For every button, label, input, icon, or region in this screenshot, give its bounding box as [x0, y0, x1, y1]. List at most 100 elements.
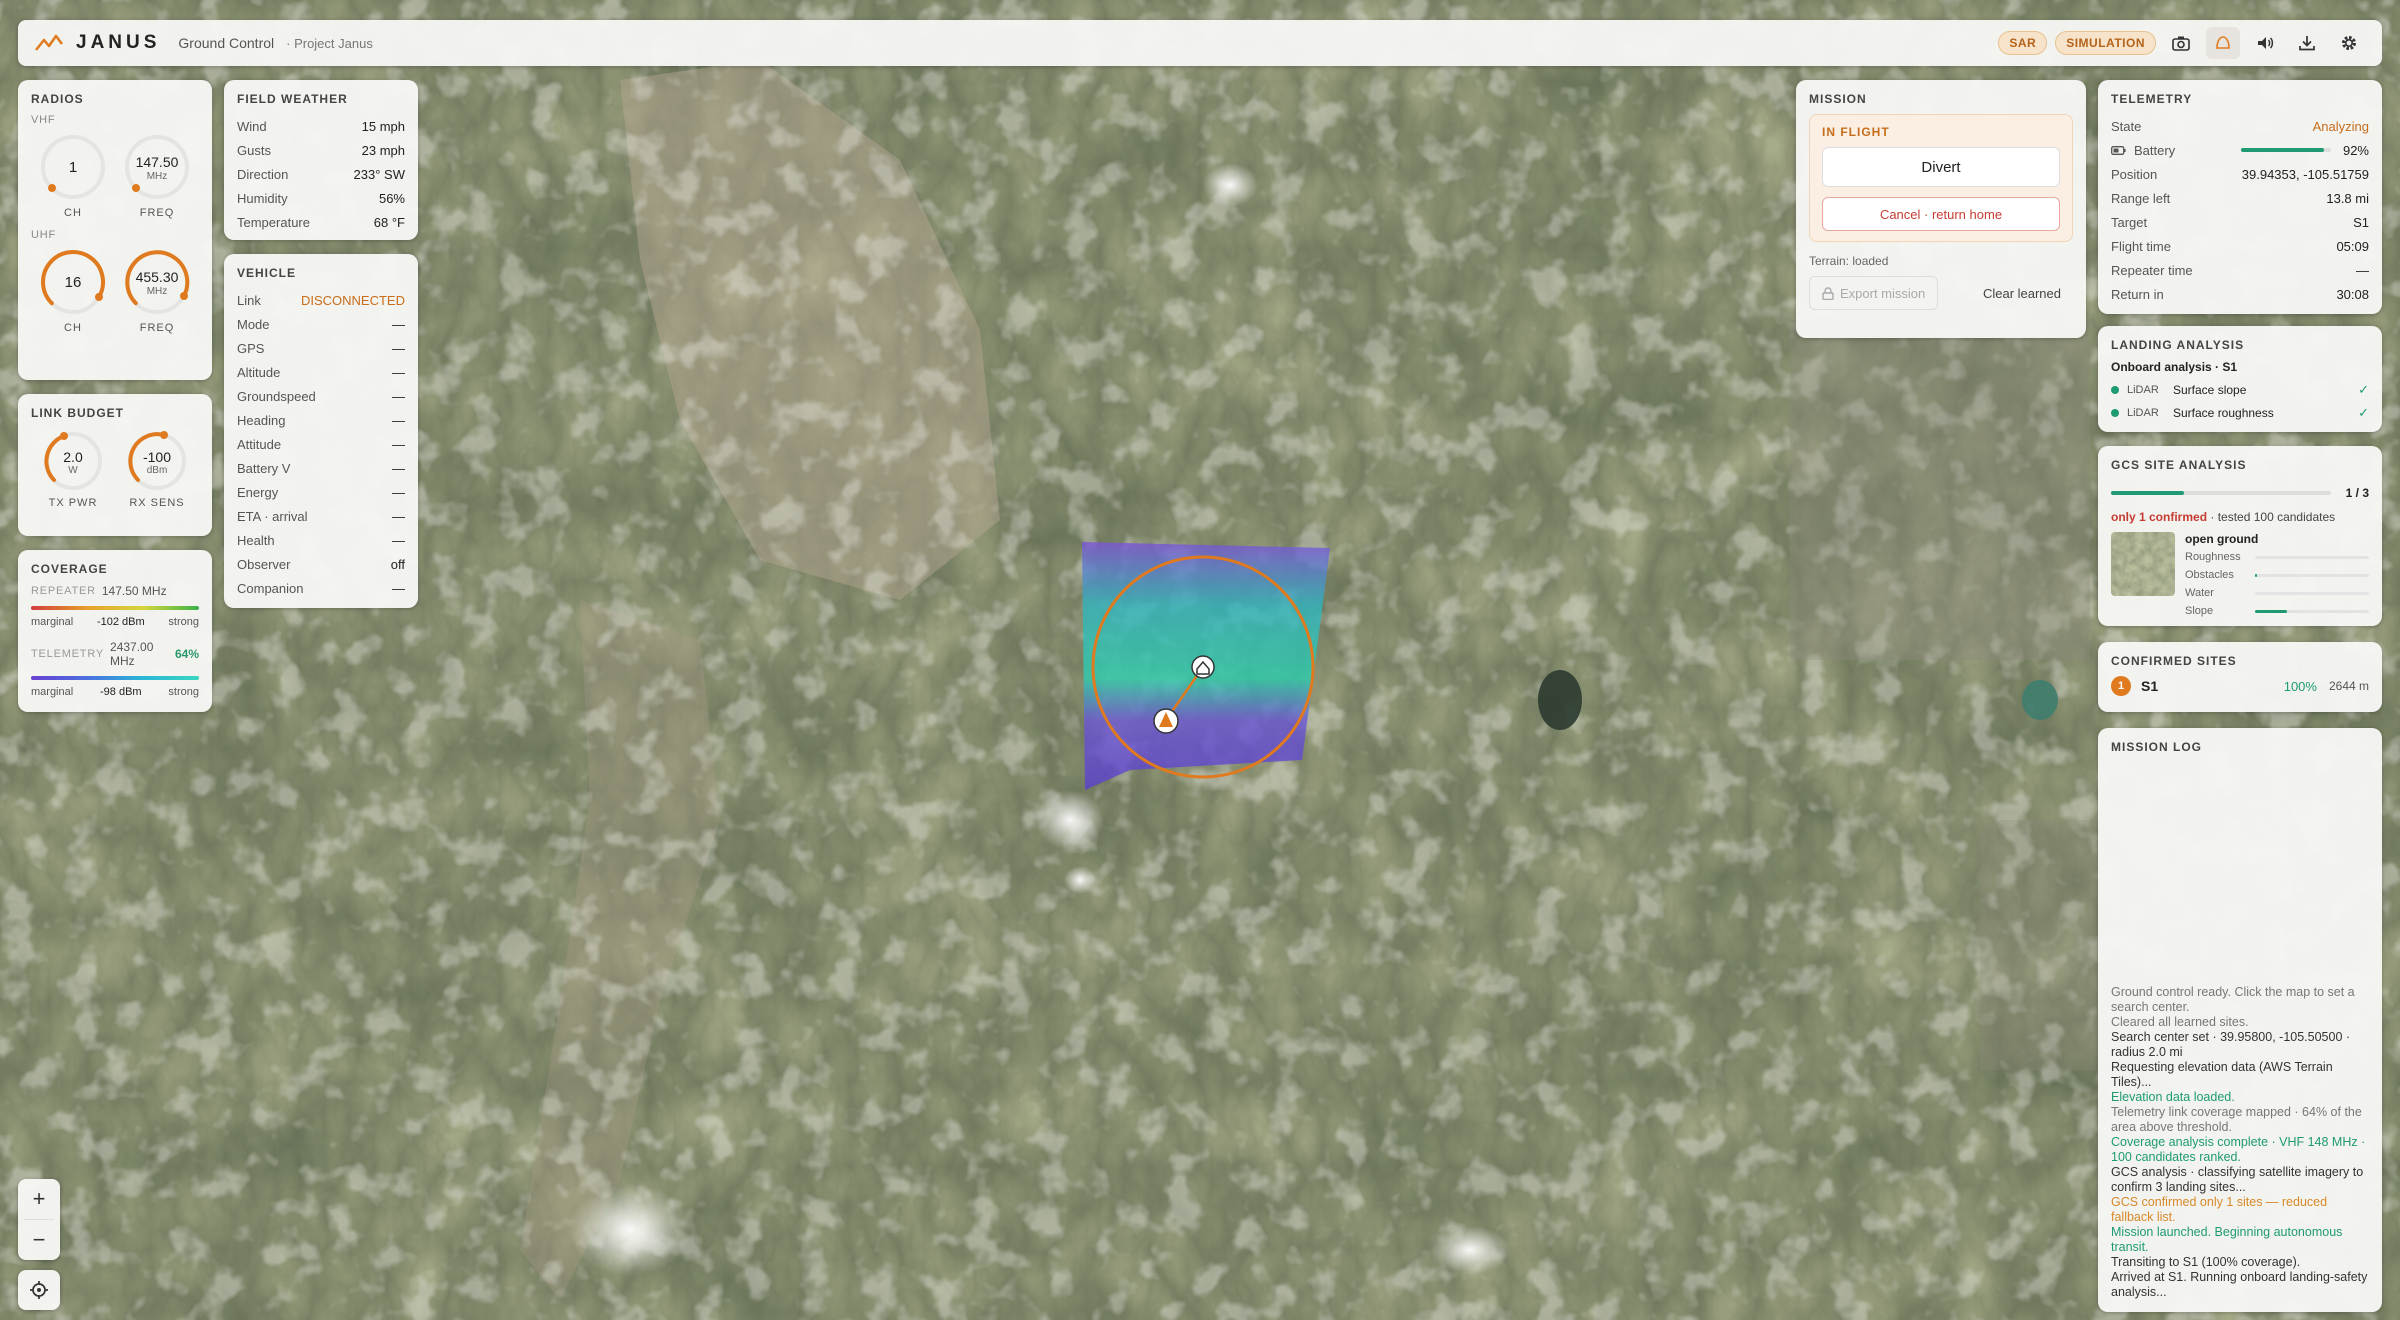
log-line: Requesting elevation data (AWS Terrain T… [2111, 1060, 2333, 1089]
home-marker[interactable] [1191, 655, 1215, 679]
telemetry-value: S1 [2353, 214, 2369, 230]
site-thumbnail[interactable] [2111, 532, 2175, 596]
vehicle-key: Mode [237, 316, 270, 332]
log-line: GCS analysis · classifying satellite ima… [2111, 1165, 2364, 1194]
settings-button[interactable] [2332, 27, 2366, 59]
simulation-badge[interactable]: SIMULATION [2055, 31, 2156, 55]
vehicle-value: — [392, 508, 405, 524]
export-mission-button[interactable]: Export mission [1809, 276, 1939, 310]
vhf-channel-gauge[interactable]: 1 CH [34, 130, 112, 219]
battery-label: Battery [2134, 142, 2176, 158]
vhf-ch-caption: CH [64, 207, 82, 219]
vehicle-key: Attitude [237, 436, 282, 452]
locate-button[interactable] [18, 1270, 60, 1310]
vehicle-key: Companion [237, 580, 304, 596]
weather-key: Humidity [237, 190, 288, 206]
telemetry-row-state: State Analyzing [2111, 114, 2369, 138]
vehicle-row: Heading — [237, 408, 405, 432]
vehicle-key: GPS [237, 340, 265, 356]
brand-name: JANUS [76, 32, 161, 53]
locate-control [18, 1270, 60, 1310]
telemetry-coverage-pct: 64% [174, 647, 199, 661]
field-weather-panel: FIELD WEATHER Wind 15 mph Gusts 23 mph Direc… [224, 80, 418, 240]
link-budget-title: LINK BUDGET [31, 406, 124, 420]
telemetry-row: Target S1 [2111, 210, 2369, 234]
gcs-progress-bar [2111, 491, 2331, 495]
repeater-label: REPEATER [31, 585, 96, 597]
vehicle-row: Health — [237, 528, 405, 552]
speaker-icon [2258, 37, 2274, 49]
mission-panel: MISSION IN FLIGHT Divert Cancel · return… [1796, 80, 2086, 338]
telemetry-value: 13.8 mi [2326, 190, 2369, 206]
vehicle-key: Energy [237, 484, 279, 500]
weather-row: Temperature 68 °F [237, 210, 405, 234]
sound-button[interactable] [2248, 27, 2282, 59]
vehicle-row: Groundspeed — [237, 384, 405, 408]
confirmed-site-row[interactable]: 1 S1 100% 2644 m [2111, 676, 2369, 696]
metric-bar [2255, 555, 2369, 559]
cancel-return-home-button[interactable]: Cancel · return home [1822, 197, 2060, 231]
top-bar: JANUS Ground Control · Project Janus SAR… [18, 20, 2382, 66]
vehicle-value: off [390, 556, 405, 572]
lock-icon [1822, 286, 1834, 300]
metric-label: Obstacles [2185, 569, 2234, 581]
vehicle-row: Energy — [237, 480, 405, 504]
vehicle-row: Link DISCONNECTED [237, 288, 405, 312]
weather-row: Gusts 23 mph [237, 138, 405, 162]
tx-power-gauge[interactable]: 2.0 W TX PWR [34, 428, 112, 509]
state-label: State [2111, 118, 2142, 134]
vhf-freq-gauge[interactable]: 147.50 MHz FREQ [118, 130, 196, 219]
zoom-in-button[interactable]: + [18, 1179, 60, 1219]
confirmed-sites-panel: CONFIRMED SITES 1 S1 100% 2644 m [2098, 642, 2382, 712]
confirmed-site-pct: 100% [2283, 678, 2317, 694]
metric-label: Water [2185, 587, 2214, 599]
gcs-count: 1 / 3 [2345, 486, 2369, 500]
rx-sens-unit: dBm [147, 465, 168, 476]
uhf-ch-caption: CH [64, 322, 82, 334]
download-button[interactable] [2290, 27, 2324, 59]
mission-title: MISSION [1809, 92, 1867, 106]
telemetry-key: Return in [2111, 286, 2164, 302]
vehicle-value: — [392, 484, 405, 500]
telemetry-value: 39.94353, -105.51759 [2241, 166, 2369, 182]
telemetry-strong: strong [168, 686, 199, 698]
battery-icon [2111, 145, 2126, 155]
app-name: Ground Control [178, 35, 275, 51]
battery-level-bar [2240, 148, 2331, 152]
vehicle-row: Altitude — [237, 360, 405, 384]
vehicle-value: — [392, 532, 405, 548]
vehicle-marker[interactable] [1153, 708, 1179, 734]
zoom-out-button[interactable]: − [18, 1220, 60, 1260]
in-flight-box: IN FLIGHT Divert Cancel · return home [1809, 114, 2073, 242]
vehicle-value: — [392, 364, 405, 380]
sar-badge[interactable]: SAR [1998, 31, 2048, 55]
check-label: Surface roughness [2173, 405, 2274, 420]
telemetry-title: TELEMETRY [2111, 92, 2193, 106]
export-mission-label: Export mission [1840, 285, 1926, 301]
vhf-freq-value: 147.50 [136, 154, 179, 170]
terrain-toggle-button[interactable] [2206, 27, 2240, 59]
vehicle-row: Observer off [237, 552, 405, 576]
divert-button[interactable]: Divert [1822, 147, 2060, 187]
repeater-strength-bar [31, 606, 199, 610]
uhf-freq-caption: FREQ [139, 322, 175, 334]
checkmark-icon: ✓ [2358, 381, 2369, 397]
site-number-badge: 1 [2111, 676, 2131, 696]
vehicle-row: Battery V — [237, 456, 405, 480]
sensor-label: LiDAR [2127, 383, 2159, 396]
uhf-freq-gauge[interactable]: 455.30 MHz FREQ [118, 245, 196, 334]
vehicle-key: Groundspeed [237, 388, 316, 404]
vehicle-title: VEHICLE [237, 266, 297, 280]
coverage-title: COVERAGE [31, 562, 108, 576]
telemetry-value: — [2356, 262, 2369, 278]
telemetry-row: Repeater time — [2111, 258, 2369, 282]
clear-learned-button[interactable]: Clear learned [1971, 286, 2073, 301]
vhf-freq-caption: FREQ [139, 207, 175, 219]
uhf-channel-gauge[interactable]: 16 CH [34, 245, 112, 334]
repeater-freq: 147.50 MHz [101, 584, 167, 598]
screenshot-button[interactable] [2164, 27, 2198, 59]
weather-row: Direction 233° SW [237, 162, 405, 186]
weather-key: Direction [237, 166, 289, 182]
rx-sens-gauge[interactable]: -100 dBm RX SENS [118, 428, 196, 509]
tx-power-unit: W [68, 465, 78, 476]
